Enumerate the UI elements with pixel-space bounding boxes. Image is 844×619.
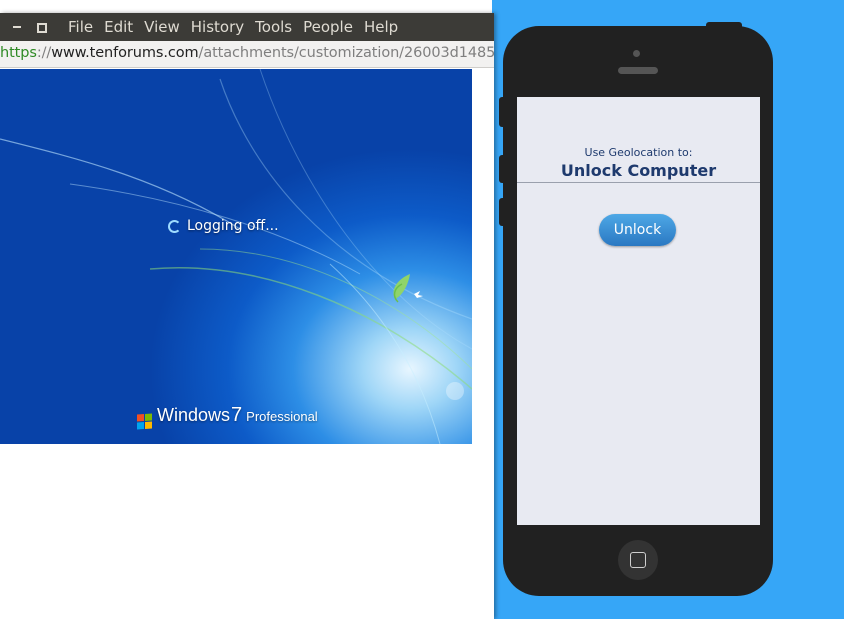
windows-word: Windows [157,405,231,425]
phone-screen: Use Geolocation to: Unlock Computer Unlo… [517,97,760,525]
url-separator: :// [36,45,52,61]
windows-edition: Professional [246,409,318,424]
windows-flag-icon [137,413,152,430]
menu-help[interactable]: Help [364,18,398,36]
page-title: Unlock Computer [560,161,717,180]
menu-file[interactable]: File [68,18,93,36]
windows-brand: Windows 7 Professional [137,404,318,430]
speaker-icon [618,67,658,74]
geolocation-caption: Use Geolocation to: [584,146,693,159]
menu-bar: File Edit View History Tools People Help [0,13,494,41]
url-path: /attachments/customization/26003d1485953… [198,45,494,61]
minimize-icon[interactable] [10,20,24,34]
menu-people[interactable]: People [303,18,353,36]
leaf-icon [393,274,423,303]
divider [517,182,760,183]
url-text[interactable]: https://www.tenforums.com/attachments/cu… [0,45,494,61]
wallpaper-swirls [0,69,472,444]
url-scheme: https [0,45,37,61]
home-button[interactable] [618,540,658,580]
menu-edit[interactable]: Edit [104,18,133,36]
windows7-logoff-image: Logging off... Windows 7 Professional [0,69,472,444]
logging-off-text: Logging off... [187,218,279,234]
spinner-icon [168,219,181,233]
phone-mockup: Use Geolocation to: Unlock Computer Unlo… [503,26,773,596]
menu-history[interactable]: History [191,18,244,36]
maximize-icon[interactable] [34,20,48,34]
menu-view[interactable]: View [144,18,180,36]
menu-tools[interactable]: Tools [255,18,292,36]
windows-version: 7 [231,404,243,426]
logging-off-status: Logging off... [168,218,279,234]
url-host: www.tenforums.com [51,45,199,61]
camera-icon [633,50,640,57]
browser-window: File Edit View History Tools People Help… [0,13,494,619]
home-square-icon [630,552,646,568]
menu-items: File Edit View History Tools People Help [68,13,409,41]
url-bar[interactable]: https://www.tenforums.com/attachments/cu… [0,41,494,68]
unlock-button[interactable]: Unlock [599,214,676,246]
